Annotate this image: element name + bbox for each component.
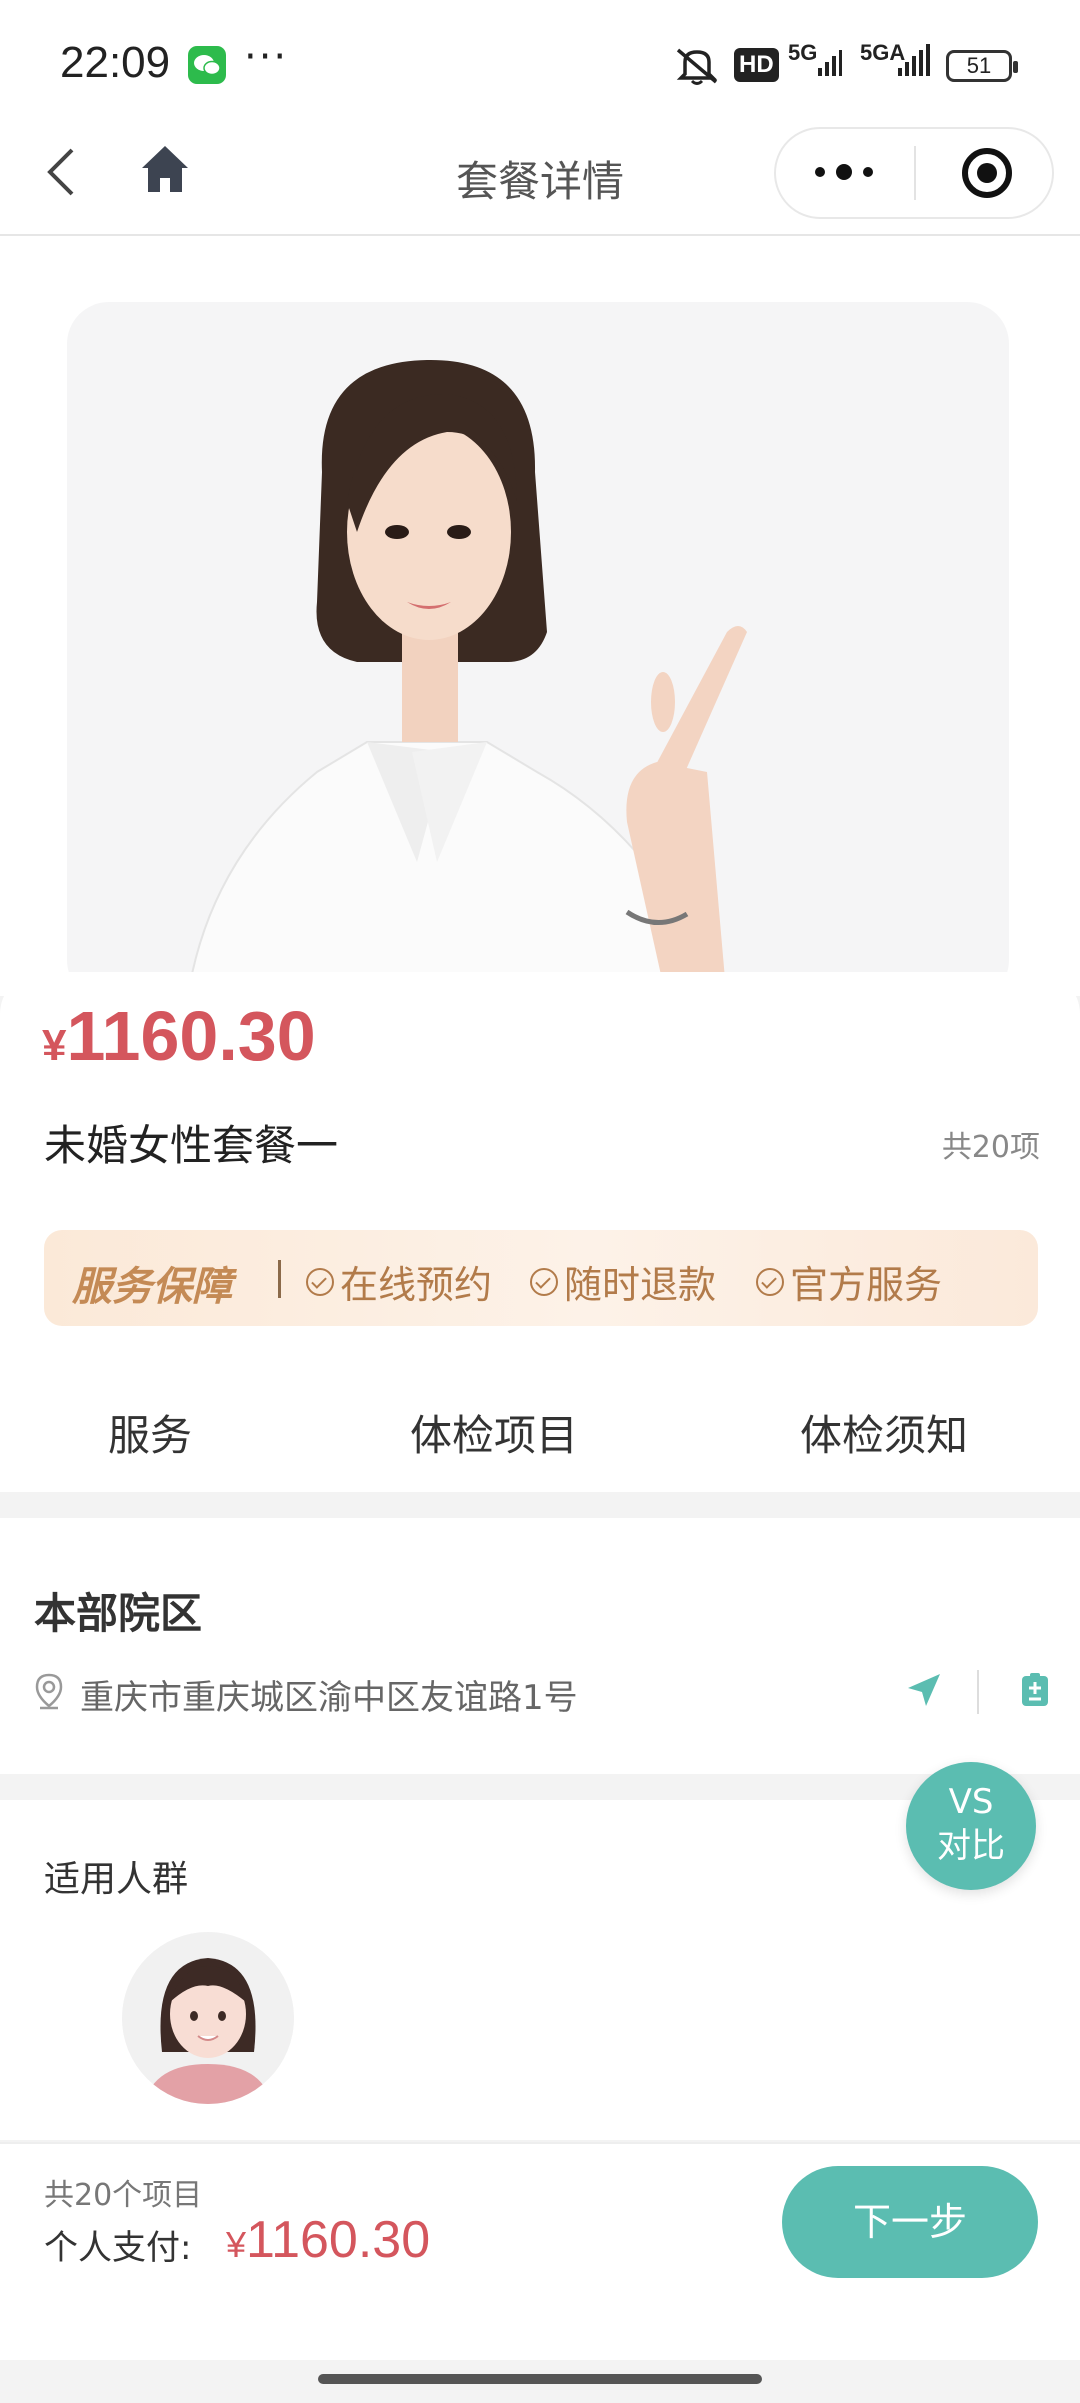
status-time: 22:09 [60, 38, 171, 87]
personal-pay-label: 个人支付: [44, 2228, 192, 2268]
personal-pay-amount: ¥1160.30 [226, 2210, 430, 2270]
signal-5g-icon: 5G [788, 40, 842, 80]
capsule-divider [914, 146, 916, 200]
mute-icon [672, 44, 722, 90]
guarantee-divider [278, 1260, 281, 1298]
guarantee-item-label: 官方服务 [790, 1263, 943, 1307]
guarantee-title: 服务保障 [72, 1264, 232, 1310]
price-amount: 1160.30 [66, 997, 316, 1075]
campus-section [0, 1518, 1080, 1774]
package-price: ¥1160.30 [42, 996, 316, 1076]
notification-more-icon: ··· [244, 34, 289, 80]
package-name: 未婚女性套餐一 [44, 1121, 339, 1170]
guarantee-item-online-booking: 在线预约 [306, 1254, 492, 1309]
navigate-icon[interactable] [904, 1670, 944, 1714]
compare-vs-label: VS [948, 1782, 994, 1822]
target-crowd-title: 适用人群 [44, 1859, 189, 1900]
location-pin-icon [34, 1672, 64, 1714]
campus-name: 本部院区 [34, 1589, 203, 1638]
package-item-count: 共20项 [941, 1130, 1040, 1165]
tab-service[interactable]: 服务 [108, 1402, 192, 1463]
guarantee-item-label: 在线预约 [340, 1263, 493, 1307]
pay-currency: ¥ [226, 2224, 247, 2265]
home-indicator[interactable] [318, 2374, 762, 2384]
compare-label: 对比 [937, 1826, 1005, 1866]
check-circle-icon [756, 1267, 784, 1296]
more-options-icon[interactable] [812, 158, 876, 190]
signal-5ga-icon: 5GA [860, 40, 930, 80]
tab-checkup-items[interactable]: 体检项目 [410, 1402, 578, 1463]
bottom-item-count: 共20个项目 [44, 2178, 203, 2213]
guarantee-item-official: 官方服务 [756, 1254, 942, 1309]
check-circle-icon [306, 1267, 334, 1296]
tab-checkup-notice[interactable]: 体检须知 [800, 1402, 968, 1463]
female-avatar-icon [122, 1932, 294, 2104]
hd-icon: HD [734, 48, 779, 82]
campus-detail-icon[interactable] [1020, 1672, 1050, 1712]
wechat-icon [188, 46, 226, 84]
compare-button[interactable]: VS 对比 [906, 1762, 1036, 1890]
campus-action-divider [977, 1670, 979, 1714]
next-step-button[interactable]: 下一步 [782, 2166, 1038, 2278]
check-circle-icon [530, 1267, 558, 1296]
price-currency: ¥ [42, 1021, 67, 1070]
guarantee-item-refund: 随时退款 [530, 1254, 716, 1309]
hero-image [67, 302, 1009, 1002]
pay-amount: 1160.30 [246, 2211, 431, 2269]
battery-icon: 51 [946, 50, 1018, 82]
campus-address: 重庆市重庆城区渝中区友谊路1号 [80, 1678, 578, 1718]
close-miniprogram-icon[interactable] [960, 146, 1014, 204]
guarantee-item-label: 随时退款 [564, 1263, 717, 1307]
